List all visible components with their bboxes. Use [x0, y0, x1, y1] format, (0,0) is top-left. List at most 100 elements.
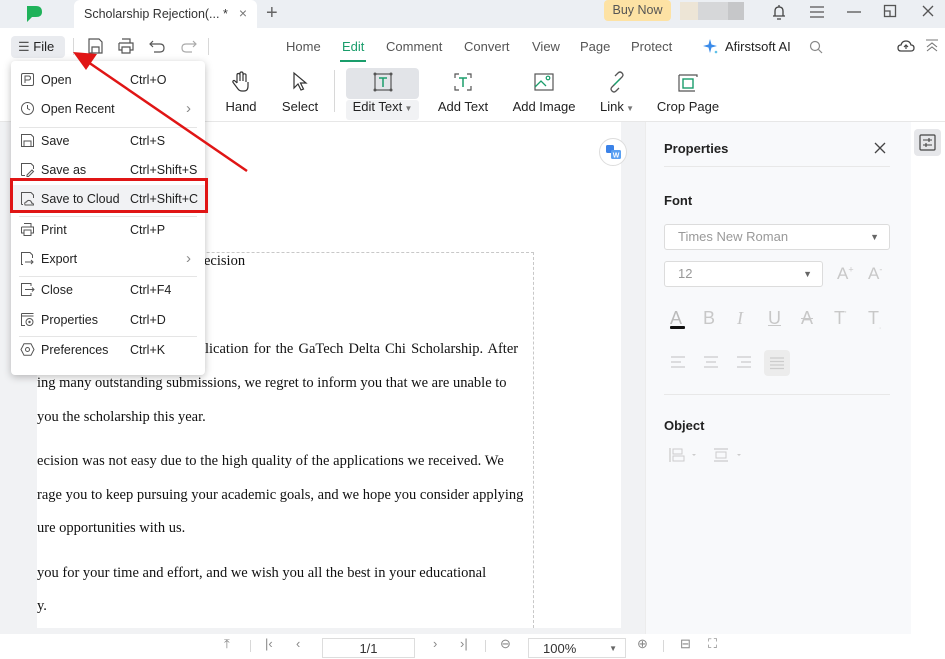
tab-protect[interactable]: Protect: [631, 39, 672, 54]
properties-toggle-button[interactable]: [914, 129, 941, 156]
doc-line[interactable]: y.: [37, 598, 47, 615]
translate-icon: W: [606, 145, 621, 160]
underline-icon[interactable]: U: [768, 308, 781, 329]
scroll-top-icon[interactable]: ⤒: [224, 636, 230, 652]
add-image-tool[interactable]: Add Image: [508, 68, 580, 118]
crop-page-tool[interactable]: Crop Page: [654, 68, 722, 118]
menu-item-close[interactable]: Close Ctrl+F4: [11, 276, 205, 304]
doc-line[interactable]: ecision was not easy due to the high qua…: [37, 453, 504, 470]
italic-icon[interactable]: I: [737, 308, 743, 329]
bell-icon[interactable]: [771, 3, 787, 21]
doc-line[interactable]: lication for the GaTech Delta Chi Schola…: [205, 341, 518, 358]
superscript-icon[interactable]: T': [834, 308, 847, 329]
align-right-icon[interactable]: [736, 355, 752, 369]
tab-home[interactable]: Home: [286, 39, 321, 54]
align-justify-icon: [770, 357, 784, 370]
properties-panel: Properties Font Times New Roman ▼ 12 ▼ A…: [645, 122, 911, 634]
print-icon[interactable]: [117, 37, 135, 55]
tab-view[interactable]: View: [532, 39, 560, 54]
subscript-icon[interactable]: T.: [868, 308, 881, 331]
zoom-in-icon[interactable]: ⊕: [637, 636, 648, 652]
menu-item-open-recent[interactable]: Open Recent ›: [11, 95, 205, 123]
first-page-icon[interactable]: |‹: [265, 636, 273, 651]
align-objects-icon[interactable]: [668, 447, 700, 463]
add-image-icon: [534, 73, 554, 91]
font-size-value: 12: [678, 266, 693, 281]
menu-item-print[interactable]: Print Ctrl+P: [11, 216, 205, 244]
avatar-blurred[interactable]: [680, 2, 698, 20]
save-icon: [21, 134, 34, 147]
chevron-down-icon: ▼: [803, 269, 812, 279]
new-tab-button[interactable]: +: [266, 2, 278, 25]
document-tab[interactable]: Scholarship Rejection(... * ×: [74, 0, 257, 28]
decrease-font-icon[interactable]: A-: [868, 264, 882, 284]
tab-convert[interactable]: Convert: [464, 39, 510, 54]
align-justify-button[interactable]: [764, 350, 790, 376]
last-page-icon[interactable]: ›|: [460, 636, 468, 651]
redo-icon[interactable]: [180, 37, 198, 55]
menu-item-preferences[interactable]: Preferences Ctrl+K: [11, 336, 205, 364]
close-file-icon: [21, 283, 35, 296]
tab-page[interactable]: Page: [580, 39, 610, 54]
cursor-icon: [293, 71, 308, 91]
doc-line[interactable]: rage you to keep pursuing your academic …: [37, 487, 523, 504]
object-heading: Object: [664, 418, 705, 433]
close-window-icon[interactable]: [921, 4, 935, 18]
username-blurred-2: [728, 2, 744, 20]
ai-assistant-button[interactable]: Afirstsoft AI: [725, 39, 791, 54]
distribute-objects-icon[interactable]: [713, 447, 745, 463]
prev-page-icon[interactable]: ‹: [296, 636, 300, 651]
menu-item-properties[interactable]: Properties Ctrl+D: [11, 306, 205, 334]
fullscreen-icon[interactable]: ⛶: [708, 636, 717, 652]
strikethrough-icon[interactable]: A: [801, 308, 813, 329]
close-tab-icon[interactable]: ×: [239, 5, 247, 21]
doc-line[interactable]: ecision: [204, 253, 245, 270]
add-text-tool[interactable]: Add Text: [433, 68, 493, 118]
menu-item-open[interactable]: Open Ctrl+O: [11, 66, 205, 94]
page-number-input[interactable]: 1/1: [322, 638, 415, 658]
zoom-select[interactable]: 100% ▼: [528, 638, 626, 658]
align-center-icon[interactable]: [703, 355, 719, 369]
document-tab-title: Scholarship Rejection(... *: [84, 7, 228, 21]
save-icon[interactable]: [86, 37, 104, 55]
restore-icon[interactable]: [883, 4, 897, 18]
file-menu-button[interactable]: ☰ File: [11, 36, 65, 58]
edit-text-label: Edit Text ▼: [352, 99, 413, 114]
translate-button[interactable]: W: [599, 138, 627, 166]
chevron-right-icon: ›: [186, 250, 191, 267]
open-file-icon: [21, 73, 34, 86]
tab-edit[interactable]: Edit: [339, 39, 367, 62]
select-tool[interactable]: Select: [280, 68, 320, 118]
font-family-select[interactable]: Times New Roman ▼: [664, 224, 890, 250]
align-left-icon[interactable]: [670, 355, 686, 369]
print-icon: [21, 223, 34, 236]
doc-line[interactable]: ing many outstanding submissions, we reg…: [37, 375, 507, 392]
cloud-upload-icon[interactable]: [897, 39, 915, 53]
search-icon[interactable]: [809, 40, 823, 54]
bold-icon[interactable]: B: [703, 308, 715, 329]
font-size-select[interactable]: 12 ▼: [664, 261, 823, 287]
doc-line[interactable]: you for your time and effort, and we wis…: [37, 565, 486, 582]
doc-line[interactable]: ure opportunities with us.: [37, 520, 185, 537]
menu-icon[interactable]: [809, 5, 825, 19]
increase-font-icon[interactable]: A+: [837, 264, 854, 284]
menu-item-save[interactable]: Save Ctrl+S: [11, 127, 205, 155]
save-as-icon: [21, 163, 35, 177]
clock-icon: [21, 102, 34, 115]
edit-text-tool[interactable]: Edit Text ▼: [346, 68, 419, 120]
minimize-icon[interactable]: [846, 5, 862, 19]
link-tool[interactable]: Link ▼: [598, 68, 636, 118]
file-menu-dropdown: Open Ctrl+O Open Recent › Save Ctrl+S Sa…: [11, 61, 205, 375]
tab-comment[interactable]: Comment: [386, 39, 442, 54]
buy-now-button[interactable]: Buy Now: [604, 0, 671, 21]
menu-item-export[interactable]: Export ›: [11, 245, 205, 273]
hand-tool[interactable]: Hand: [222, 68, 260, 118]
zoom-out-icon[interactable]: ⊖: [500, 636, 511, 652]
close-panel-icon[interactable]: [874, 142, 886, 154]
collapse-ribbon-icon[interactable]: [925, 39, 939, 53]
undo-icon[interactable]: [148, 37, 166, 55]
link-icon: [610, 71, 624, 93]
doc-line[interactable]: you the scholarship this year.: [37, 409, 206, 426]
fit-page-icon[interactable]: ⊟: [680, 636, 691, 652]
next-page-icon[interactable]: ›: [433, 636, 437, 651]
